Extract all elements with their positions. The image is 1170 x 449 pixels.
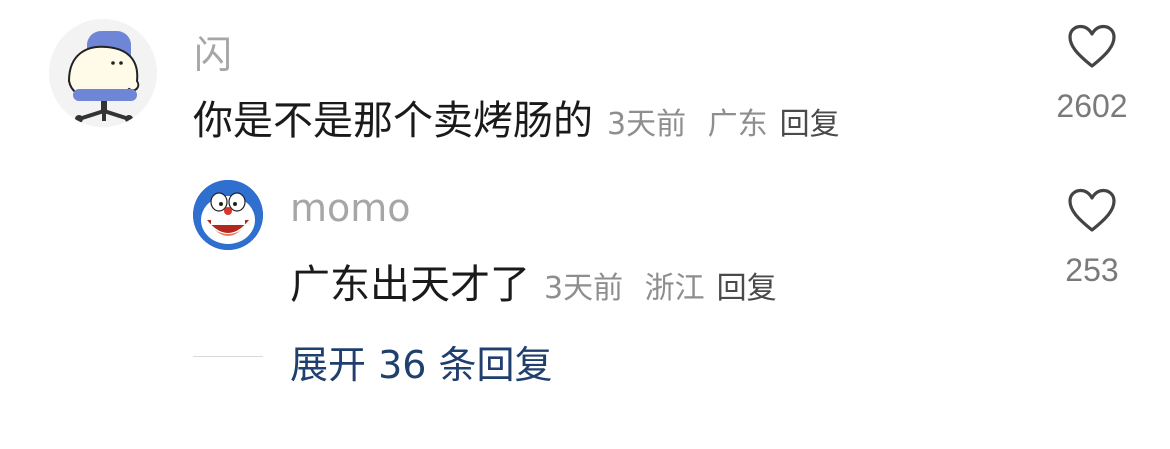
comment-meta: 3天前 广东 <box>607 99 780 143</box>
comment-author[interactable]: 闪 <box>194 24 232 79</box>
reply-author[interactable]: momo <box>290 186 411 230</box>
reply-reply-button[interactable]: 回复 <box>717 263 777 307</box>
reply-text: 广东出天才了 <box>290 262 530 308</box>
expand-replies-button[interactable]: 展开 36 条回复 <box>290 334 553 389</box>
comment-body: 你是不是那个卖烤肠的 3天前 广东 回复 <box>193 88 840 146</box>
comment-like[interactable]: 2602 <box>1046 24 1138 125</box>
doraemon-avatar-icon <box>193 180 263 250</box>
expand-divider <box>193 356 263 357</box>
reply-meta: 3天前 浙江 <box>544 263 717 307</box>
chair-ghost-avatar-icon <box>49 19 157 127</box>
heart-icon[interactable] <box>1067 24 1117 70</box>
reply-time: 3天前 <box>544 271 624 306</box>
reply-like-count: 253 <box>1065 252 1119 288</box>
heart-icon[interactable] <box>1067 188 1117 234</box>
comment-time: 3天前 <box>607 107 687 142</box>
reply-like[interactable]: 253 <box>1046 188 1138 289</box>
reply-body: 广东出天才了 3天前 浙江 回复 <box>290 252 777 310</box>
reply-location: 浙江 <box>644 271 705 306</box>
reply-button[interactable]: 回复 <box>780 99 840 143</box>
like-count: 2602 <box>1056 88 1128 124</box>
comment-avatar[interactable] <box>49 19 157 127</box>
reply-avatar[interactable] <box>193 180 263 250</box>
comment-location: 广东 <box>707 107 768 142</box>
comment-text: 你是不是那个卖烤肠的 <box>193 98 593 144</box>
